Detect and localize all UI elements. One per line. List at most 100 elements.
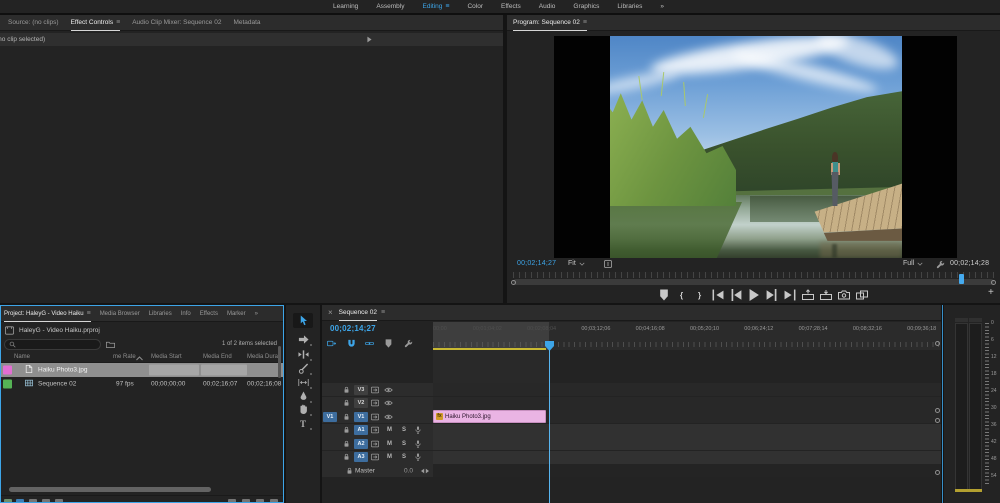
track-a2-content[interactable]	[433, 437, 941, 450]
track-v1-target-button[interactable]: V1	[354, 411, 368, 422]
sort-ascending-icon[interactable]	[135, 355, 143, 362]
icon-view-icon[interactable]	[16, 499, 24, 502]
sync-lock-icon[interactable]	[371, 440, 379, 448]
zoom-level-select[interactable]: Fit	[568, 260, 585, 267]
project-bin-path[interactable]: HaleyG - Video Haiku.prproj	[1, 323, 283, 337]
comparison-view-button[interactable]	[855, 289, 868, 301]
clear-icon[interactable]	[270, 499, 278, 502]
go-to-out-button[interactable]	[783, 289, 796, 301]
add-marker-button[interactable]	[384, 339, 393, 348]
track-v3-content[interactable]	[433, 383, 941, 396]
project-tab-libraries[interactable]: Libraries	[149, 306, 172, 322]
sync-lock-icon[interactable]	[371, 399, 379, 407]
slip-tool[interactable]	[293, 375, 313, 390]
column-header-me-rate[interactable]: me Rate	[113, 354, 143, 361]
scrubber-left-handle[interactable]	[511, 279, 516, 285]
source-group-tab-audio-clip-mixer-sequence-02[interactable]: Audio Clip Mixer: Sequence 02	[132, 15, 221, 31]
scrubber-right-handle[interactable]	[991, 279, 996, 285]
track-lock-icon[interactable]	[343, 426, 350, 434]
timeline-display-settings[interactable]	[404, 339, 413, 348]
track-select-forward-tool[interactable]	[293, 332, 313, 347]
list-view-icon[interactable]	[4, 499, 12, 502]
export-frame-button[interactable]	[837, 289, 850, 301]
toggle-track-output-icon[interactable]	[384, 399, 393, 408]
project-tab-marker[interactable]: Marker	[227, 306, 246, 322]
button-editor-add-button[interactable]: +	[988, 288, 994, 298]
type-tool[interactable]: T	[293, 416, 313, 431]
new-bin-icon[interactable]	[242, 499, 250, 502]
workspace-tab-assembly[interactable]: Assembly	[376, 3, 404, 10]
solo-button[interactable]: S	[402, 454, 406, 460]
mute-button[interactable]: M	[387, 441, 392, 447]
folder-icon[interactable]	[106, 340, 115, 349]
track-a3-content[interactable]	[433, 450, 941, 464]
add-marker-button[interactable]	[657, 289, 670, 301]
play-button[interactable]	[747, 289, 760, 301]
program-current-timecode[interactable]: 00;02;14;27	[517, 260, 556, 267]
lift-button[interactable]	[801, 289, 814, 301]
timeline-tab-sequence-02[interactable]: Sequence 02	[339, 305, 377, 321]
project-tab-effects[interactable]: Effects	[200, 306, 218, 322]
workspace-tab-libraries[interactable]: Libraries	[617, 3, 642, 10]
toggle-track-output-icon[interactable]	[384, 385, 393, 394]
workspace-tab-audio[interactable]: Audio	[539, 3, 556, 10]
step-back-button[interactable]	[729, 289, 742, 301]
voiceover-record-icon[interactable]	[414, 439, 422, 448]
insert-nest-toggle[interactable]	[327, 339, 336, 348]
scrubber-rail[interactable]	[513, 279, 994, 285]
razor-tool[interactable]	[293, 361, 313, 376]
track-v3-target-button[interactable]: V3	[354, 384, 368, 395]
master-level-value[interactable]: 0.0	[404, 467, 413, 474]
selection-tool[interactable]	[293, 313, 313, 328]
solo-button[interactable]: S	[402, 427, 406, 433]
project-tab-project-haleyg-video-haiku[interactable]: Project: HaleyG - Video Haiku ≡	[4, 306, 91, 322]
workspace-overflow-button[interactable]: »	[660, 3, 664, 10]
zoom-in-icon[interactable]	[55, 499, 63, 502]
vertical-scrollbar[interactable]	[278, 346, 281, 378]
track-lock-icon[interactable]	[343, 440, 350, 447]
project-row-haiku-photo3-jpg[interactable]: Haiku Photo3.jpg	[1, 363, 283, 377]
source-group-tab-source-no-clips[interactable]: Source: (no clips)	[8, 15, 59, 31]
mute-button[interactable]: M	[387, 454, 392, 460]
program-scrubber[interactable]	[507, 272, 1000, 286]
track-v2-target-button[interactable]: V2	[354, 398, 368, 408]
sync-lock-icon[interactable]	[371, 453, 379, 461]
program-playhead[interactable]	[959, 274, 964, 284]
find-icon[interactable]	[228, 499, 236, 502]
project-row-sequence-02[interactable]: Sequence 02 97 fps 00;00;00;00 00;02;16;07 0…	[1, 377, 283, 391]
track-a2-target-button[interactable]: A2	[354, 438, 368, 449]
label-color-chip[interactable]	[3, 365, 12, 375]
master-fit-icon[interactable]	[421, 467, 429, 475]
track-v2-content[interactable]	[433, 396, 941, 410]
search-input[interactable]	[4, 339, 101, 350]
workspace-tab-learning[interactable]: Learning	[333, 3, 358, 10]
track-scroll-handle[interactable]	[935, 408, 940, 413]
program-tab[interactable]: Program: Sequence 02 ≡	[513, 15, 587, 31]
source-patch-v1[interactable]: V1	[323, 411, 337, 422]
track-a3-target-button[interactable]: A3	[354, 452, 368, 462]
project-tab-media-browser[interactable]: Media Browser	[100, 306, 140, 322]
track-lock-icon[interactable]	[346, 467, 353, 474]
mute-button[interactable]: M	[387, 427, 392, 433]
linked-selection-toggle[interactable]	[365, 339, 374, 348]
snap-toggle[interactable]	[347, 339, 356, 348]
project-tab-overflow[interactable]: »	[255, 306, 258, 322]
sync-lock-icon[interactable]	[371, 386, 379, 394]
column-header-media-start[interactable]: Media Start	[151, 354, 182, 360]
effects-timeline-toggle-icon[interactable]	[367, 36, 372, 43]
sync-lock-icon[interactable]	[371, 413, 379, 421]
column-header-media-end[interactable]: Media End	[203, 354, 232, 360]
timeline-ruler[interactable]: 00;00 00;01;04;02 00;02;08;04 00;03;12;06 00…	[433, 322, 941, 350]
column-header-media-durat[interactable]: Media Durat	[247, 354, 280, 360]
track-lock-icon[interactable]	[343, 413, 350, 420]
hand-tool[interactable]	[293, 402, 313, 417]
source-group-tab-effect-controls[interactable]: Effect Controls ≡	[71, 15, 121, 31]
track-master-content[interactable]	[433, 464, 941, 477]
source-group-tab-metadata[interactable]: Metadata	[233, 15, 260, 31]
monitor-settings-icon[interactable]	[604, 260, 612, 268]
sync-lock-icon[interactable]	[371, 426, 379, 434]
label-color-chip[interactable]	[3, 379, 12, 389]
horizontal-scrollbar[interactable]	[9, 487, 211, 492]
project-tab-info[interactable]: Info	[181, 306, 191, 322]
track-lock-icon[interactable]	[343, 386, 350, 393]
